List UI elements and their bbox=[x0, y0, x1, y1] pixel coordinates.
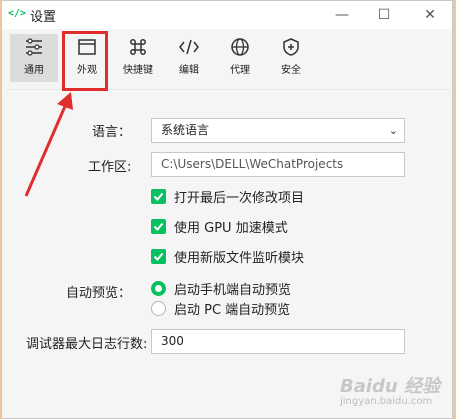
watermark-url: jingyan.baidu.com bbox=[340, 396, 433, 407]
annotation-highlight-box bbox=[62, 31, 108, 91]
baidu-jingyan-watermark: Baidu 经验 bbox=[340, 376, 441, 397]
